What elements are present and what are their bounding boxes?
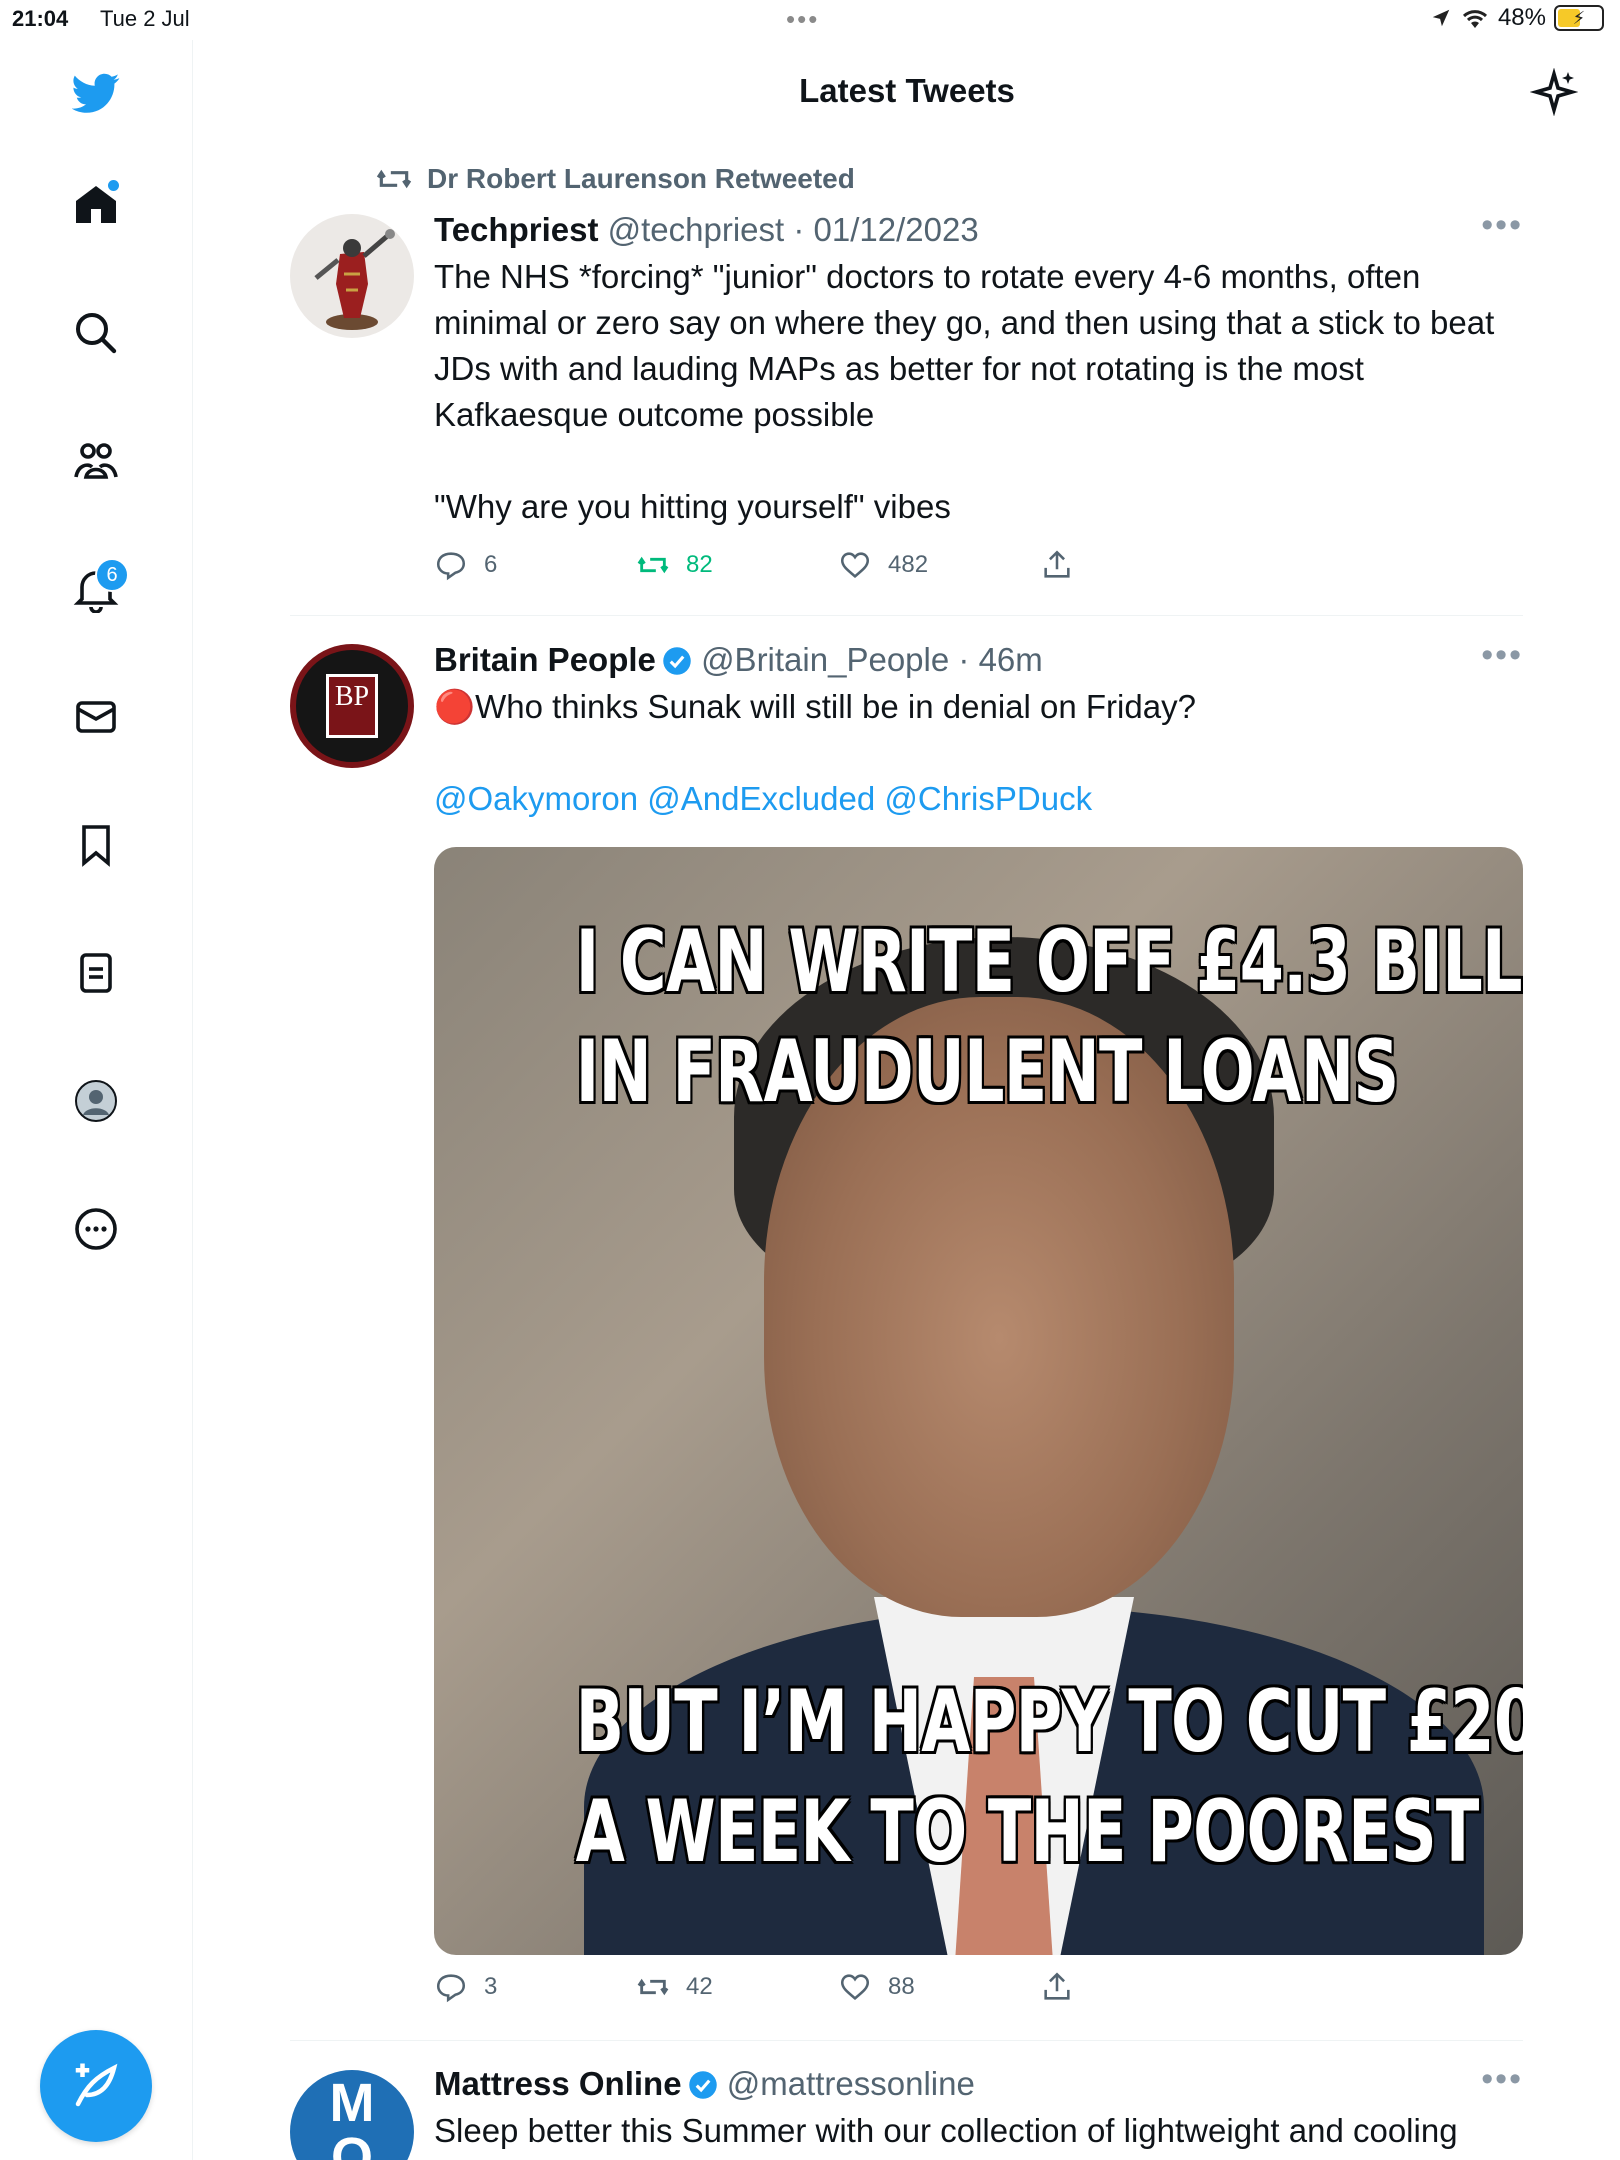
twitter-bird-icon[interactable]: [63, 60, 129, 126]
meme-top-line-2: IN FRAUDULENT LOANS: [575, 1022, 1400, 1122]
meme-top-line-1: I CAN WRITE OFF £4.3 BILLION: [575, 912, 1523, 1012]
retweet-icon: [376, 169, 412, 189]
bp-logo: BP: [326, 674, 378, 738]
retweet-count: 82: [686, 551, 713, 578]
tweet-text: 🔴Who thinks Sunak will still be in denia…: [434, 688, 1196, 725]
bookmark-icon[interactable]: [63, 812, 129, 878]
author-handle[interactable]: @mattressonline: [727, 2065, 975, 2102]
author-handle[interactable]: @Britain_People: [701, 641, 949, 678]
compose-tweet-button[interactable]: [40, 2030, 152, 2142]
search-icon[interactable]: [63, 300, 129, 366]
author-name[interactable]: Britain People: [434, 641, 656, 678]
page-title: Latest Tweets: [799, 72, 1015, 109]
tweet-timestamp[interactable]: 46m: [979, 641, 1043, 678]
bp-logo-text: BP: [334, 681, 370, 712]
reply-count: 3: [484, 1973, 498, 2000]
share-button[interactable]: [1040, 548, 1242, 582]
retweet-icon: [637, 556, 669, 574]
retweeted-by-label[interactable]: Dr Robert Laurenson Retweeted: [375, 160, 855, 198]
retweet-count: 42: [686, 1973, 713, 2000]
author-name[interactable]: Techpriest: [434, 211, 598, 248]
reply-icon: [436, 552, 466, 581]
tweet-timestamp[interactable]: 01/12/2023: [814, 211, 979, 248]
verified-badge-icon: [688, 2071, 717, 2099]
avatar[interactable]: [290, 214, 414, 338]
meme-bottom-line-2: A WEEK TO THE POOREST: [575, 1782, 1480, 1882]
tweet-mattress-online[interactable]: MO Mattress Online @mattressonline ••• S…: [290, 2062, 1523, 2160]
tweet-image[interactable]: I CAN WRITE OFF £4.3 BILLION IN FRAUDULE…: [434, 847, 1523, 1955]
more-circle-icon[interactable]: [63, 1196, 129, 1262]
more-options-icon[interactable]: •••: [1481, 638, 1523, 672]
share-button[interactable]: [1040, 1970, 1242, 2004]
multitasking-dots-icon[interactable]: •••: [786, 4, 819, 35]
like-button[interactable]: 88: [838, 1970, 1040, 2004]
meme-bottom-line-1: BUT I’M HAPPY TO CUT £20: [575, 1672, 1523, 1772]
retweet-icon: [637, 1978, 669, 1996]
status-date: Tue 2 Jul: [100, 6, 190, 31]
separator: ·: [958, 641, 970, 678]
battery-percent: 48%: [1497, 4, 1546, 31]
reply-button[interactable]: 6: [434, 548, 636, 582]
timeline-header: Latest Tweets: [194, 40, 1620, 150]
sidebar: 6: [0, 40, 193, 2160]
wifi-icon: [1462, 10, 1487, 28]
separator: ·: [793, 211, 805, 248]
retweeted-by-text: Dr Robert Laurenson Retweeted: [427, 163, 855, 194]
tweet-actions: 6 82 482: [434, 548, 1242, 582]
retweet-button[interactable]: 82: [636, 548, 838, 582]
share-icon: [1044, 550, 1070, 578]
tweet-header: Techpriest @techpriest · 01/12/2023: [434, 210, 1523, 250]
tweet-actions: 3 42 88: [434, 1970, 1242, 2004]
battery-icon: ⚡: [1554, 5, 1604, 31]
more-options-icon[interactable]: •••: [1481, 208, 1523, 242]
sparkle-icon[interactable]: [1524, 62, 1584, 122]
compose-feather-icon: [75, 2063, 118, 2107]
reply-icon: [436, 1974, 466, 2003]
home-new-dot: [108, 180, 119, 191]
like-button[interactable]: 482: [838, 548, 1040, 582]
bell-icon[interactable]: 6: [63, 556, 129, 622]
mail-icon[interactable]: [63, 684, 129, 750]
reply-button[interactable]: 3: [434, 1970, 636, 2004]
tweet-header: Mattress Online @mattressonline: [434, 2064, 1523, 2104]
like-count: 482: [888, 551, 929, 578]
tweet-text: Sleep better this Summer with our collec…: [434, 2112, 1458, 2149]
tweet-text: The NHS *forcing* "junior" doctors to ro…: [434, 258, 1495, 525]
tweet-header: Britain People @Britain_People · 46m: [434, 640, 1523, 680]
like-count: 88: [888, 1973, 915, 2000]
home-icon[interactable]: [63, 172, 129, 238]
avatar[interactable]: MO: [290, 2070, 414, 2160]
heart-icon: [840, 1974, 870, 2000]
tweet-divider: [290, 615, 1523, 616]
share-icon: [1044, 1972, 1070, 2000]
reply-count: 6: [484, 551, 498, 578]
avatar[interactable]: BP: [290, 644, 414, 768]
status-indicators: 48% ⚡: [1430, 4, 1604, 32]
lists-icon[interactable]: [63, 940, 129, 1006]
miniature-figure-image: [314, 229, 395, 330]
author-name[interactable]: Mattress Online: [434, 2065, 682, 2102]
tweet-britain-people[interactable]: BP Britain People @Britain_People · 46m …: [290, 638, 1523, 2020]
profile-icon[interactable]: [63, 1068, 129, 1134]
retweet-button[interactable]: 42: [636, 1970, 838, 2004]
verified-badge-icon: [663, 647, 691, 675]
heart-icon: [840, 552, 870, 578]
tweet-techpriest[interactable]: Techpriest @techpriest · 01/12/2023 ••• …: [290, 208, 1523, 582]
charging-bolt-icon: ⚡: [1572, 7, 1586, 28]
avatar-text: MO: [329, 2073, 375, 2160]
communities-icon[interactable]: [63, 428, 129, 494]
status-bar: 21:04 Tue 2 Jul ••• 48% ⚡: [0, 0, 1620, 40]
tweet-mentions[interactable]: @Oakymoron @AndExcluded @ChrisPDuck: [434, 776, 1523, 822]
tweet-divider: [290, 2040, 1523, 2041]
location-arrow-icon: [1432, 9, 1450, 27]
notifications-badge: 6: [95, 558, 129, 592]
more-options-icon[interactable]: •••: [1481, 2062, 1523, 2096]
author-handle[interactable]: @techpriest: [608, 211, 785, 248]
status-time: 21:04: [12, 6, 69, 31]
